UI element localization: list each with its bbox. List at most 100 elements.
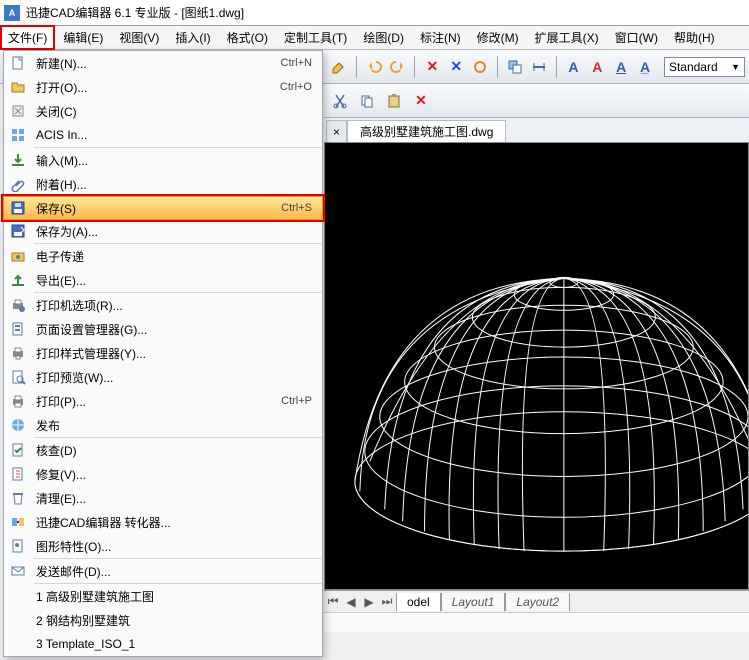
- menu-item-label: 发布: [32, 417, 312, 434]
- print-icon: [4, 389, 32, 413]
- menu-item-label: 修复(V)...: [32, 466, 312, 483]
- file-menu-dropdown: 新建(N)...Ctrl+N打开(O)...Ctrl+O关闭(C)ACIS In…: [3, 50, 323, 657]
- menu-item-label: 打印样式管理器(Y)...: [32, 345, 312, 362]
- menu-ext[interactable]: 扩展工具(X): [527, 25, 607, 50]
- drawing-canvas[interactable]: [324, 142, 749, 590]
- layout-tab-model[interactable]: odel: [396, 593, 441, 611]
- menu-shortcut: Ctrl+O: [280, 81, 312, 93]
- file-menu-item[interactable]: 打印样式管理器(Y)...: [4, 341, 322, 365]
- etrans-icon: [4, 244, 32, 268]
- attach-icon: [4, 172, 32, 196]
- menu-item-label: 附着(H)...: [32, 176, 312, 193]
- pagesetup-icon: [4, 317, 32, 341]
- wireframe-dome: [325, 143, 748, 589]
- menu-item-label: 1 高级别墅建筑施工图: [32, 588, 312, 605]
- layout-tab-2[interactable]: Layout2: [505, 593, 570, 611]
- file-menu-item[interactable]: 保存为(A)...: [4, 219, 322, 243]
- menu-item-label: 图形特性(O)...: [32, 538, 312, 555]
- paste-icon[interactable]: [382, 89, 406, 113]
- file-menu-item[interactable]: 发布: [4, 413, 322, 437]
- file-menu-item[interactable]: 页面设置管理器(G)...: [4, 317, 322, 341]
- layout-tab-1[interactable]: Layout1: [441, 593, 506, 611]
- layout-next-icon[interactable]: ▶: [360, 593, 378, 611]
- file-menu-item[interactable]: 打印机选项(R)...: [4, 293, 322, 317]
- recover-icon: [4, 462, 32, 486]
- file-menu-item[interactable]: 修复(V)...: [4, 462, 322, 486]
- menu-tools[interactable]: 定制工具(T): [276, 25, 355, 50]
- menu-item-label: 发送邮件(D)...: [32, 563, 312, 580]
- content-area: ✕ × 高级别墅建筑施工图.dwg: [324, 84, 749, 660]
- dim-icon[interactable]: [528, 55, 550, 79]
- file-menu-item[interactable]: 图形特性(O)...: [4, 534, 322, 558]
- status-bar: [324, 612, 749, 632]
- menu-modify[interactable]: 修改(M): [469, 25, 527, 50]
- file-menu-item[interactable]: 3 Template_ISO_1: [4, 632, 322, 656]
- file-menu-item[interactable]: 电子传递: [4, 244, 322, 268]
- text-a4-button[interactable]: A̲: [634, 55, 656, 79]
- menu-file[interactable]: 文件(F): [0, 25, 55, 50]
- menu-item-label: 电子传递: [32, 248, 312, 265]
- doc-tab-1[interactable]: 高级别墅建筑施工图.dwg: [347, 120, 506, 142]
- file-menu-item[interactable]: 保存(S)Ctrl+S: [3, 196, 323, 220]
- menu-dimension[interactable]: 标注(N): [412, 25, 469, 50]
- file-menu-item[interactable]: 导出(E)...: [4, 268, 322, 292]
- blue-x-icon[interactable]: ✕: [445, 55, 467, 79]
- file-menu-item[interactable]: 打印(P)...Ctrl+P: [4, 389, 322, 413]
- delete-x-icon[interactable]: ✕: [409, 89, 433, 113]
- menu-view[interactable]: 视图(V): [111, 25, 167, 50]
- file-menu-item[interactable]: 2 钢结构别墅建筑: [4, 608, 322, 632]
- menu-item-label: 页面设置管理器(G)...: [32, 321, 312, 338]
- file-menu-item[interactable]: 1 高级别墅建筑施工图: [4, 584, 322, 608]
- tool-paint-icon[interactable]: [328, 55, 350, 79]
- text-a3-button[interactable]: A: [610, 55, 632, 79]
- file-menu-item[interactable]: 附着(H)...: [4, 172, 322, 196]
- blank-icon: [4, 608, 32, 632]
- cut-icon[interactable]: [328, 89, 352, 113]
- menu-format[interactable]: 格式(O): [219, 25, 276, 50]
- menu-item-label: 导出(E)...: [32, 272, 312, 289]
- layout-first-icon[interactable]: ⏮: [324, 593, 342, 611]
- text-a2-button[interactable]: A: [586, 55, 608, 79]
- layout-prev-icon[interactable]: ◀: [342, 593, 360, 611]
- file-menu-item[interactable]: 打印预览(W)...: [4, 365, 322, 389]
- menu-draw[interactable]: 绘图(D): [355, 25, 412, 50]
- red-x-icon[interactable]: ✕: [421, 55, 443, 79]
- file-menu-item[interactable]: 清理(E)...: [4, 486, 322, 510]
- file-menu-item[interactable]: ACIS In...: [4, 123, 322, 147]
- app-icon: A: [4, 5, 20, 21]
- menu-item-label: 关闭(C): [32, 103, 312, 120]
- close-icon: [4, 99, 32, 123]
- file-menu-item[interactable]: 关闭(C): [4, 99, 322, 123]
- chevron-down-icon: ▼: [731, 62, 740, 72]
- file-menu-item[interactable]: 核查(D): [4, 438, 322, 462]
- secondary-toolbar: ✕: [324, 84, 749, 118]
- title-bar: A 迅捷CAD编辑器 6.1 专业版 - [图纸1.dwg]: [0, 0, 749, 26]
- audit-icon: [4, 438, 32, 462]
- menu-window[interactable]: 窗口(W): [607, 25, 666, 50]
- copy-prop-icon[interactable]: [504, 55, 526, 79]
- text-a1-button[interactable]: A: [563, 55, 585, 79]
- style-combo[interactable]: Standard ▼: [664, 57, 745, 77]
- menu-item-label: 核查(D): [32, 442, 312, 459]
- printopt-icon: [4, 293, 32, 317]
- menu-item-label: 新建(N)...: [32, 55, 281, 72]
- undo-icon[interactable]: [363, 55, 385, 79]
- menu-item-label: 2 钢结构别墅建筑: [32, 612, 312, 629]
- file-menu-item[interactable]: 迅捷CAD编辑器 转化器...: [4, 510, 322, 534]
- menu-insert[interactable]: 插入(I): [167, 25, 218, 50]
- copy-icon[interactable]: [355, 89, 379, 113]
- redo-icon[interactable]: [387, 55, 409, 79]
- layout-last-icon[interactable]: ⏭: [378, 593, 396, 611]
- new-icon: [4, 51, 32, 75]
- menu-edit[interactable]: 编辑(E): [55, 25, 111, 50]
- circle-icon[interactable]: [469, 55, 491, 79]
- file-menu-item[interactable]: 发送邮件(D)...: [4, 559, 322, 583]
- menu-item-label: 保存为(A)...: [32, 223, 312, 240]
- menu-item-label: 打开(O)...: [32, 79, 280, 96]
- menu-help[interactable]: 帮助(H): [666, 25, 723, 50]
- file-menu-item[interactable]: 打开(O)...Ctrl+O: [4, 75, 322, 99]
- file-menu-item[interactable]: 新建(N)...Ctrl+N: [4, 51, 322, 75]
- file-menu-item[interactable]: 输入(M)...: [4, 148, 322, 172]
- doc-tab-close[interactable]: ×: [326, 120, 347, 142]
- blank-icon: [4, 584, 32, 608]
